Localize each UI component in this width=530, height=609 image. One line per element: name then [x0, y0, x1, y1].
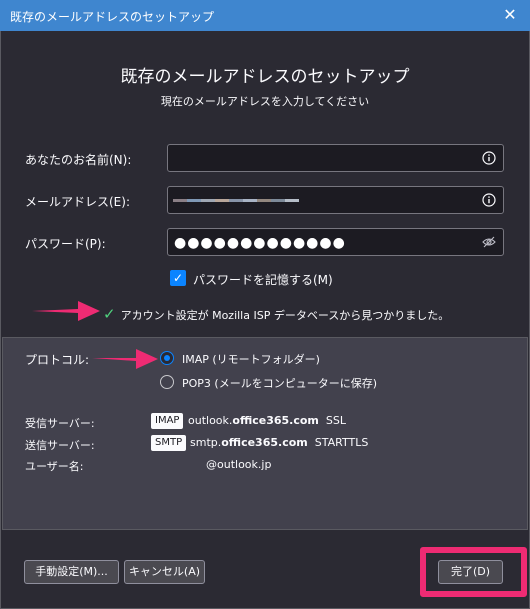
status-text: アカウント設定が Mozilla ISP データベースから見つかりました。: [120, 309, 450, 322]
cancel-button[interactable]: キャンセル(A): [124, 560, 205, 584]
page-title: 既存のメールアドレスのセットアップ: [120, 67, 410, 87]
radio-pop3[interactable]: [160, 375, 174, 389]
title-bar: 既存のメールアドレスのセットアップ ✕: [0, 0, 530, 31]
radio-pop3-label: POP3 (メールをコンピューターに保存): [182, 377, 378, 390]
remember-password-checkbox[interactable]: ✓: [170, 270, 186, 286]
info-icon: [482, 151, 496, 165]
radio-imap[interactable]: [160, 351, 174, 365]
password-field[interactable]: ●●●●●●●●●●●●●: [167, 228, 504, 256]
remember-password-label: パスワードを記憶する(M): [193, 273, 333, 287]
email-field[interactable]: [167, 186, 504, 214]
outgoing-server-label: 送信サーバー:: [25, 439, 95, 452]
manual-setup-button[interactable]: 手動設定(M)...: [24, 560, 119, 584]
redacted-email: [173, 199, 299, 202]
annotation-arrow-icon: [92, 349, 158, 369]
password-value: ●●●●●●●●●●●●●: [174, 235, 346, 251]
page-subtitle: 現在のメールアドレスを入力してください: [160, 95, 370, 108]
name-field[interactable]: [167, 144, 504, 172]
close-icon[interactable]: ✕: [500, 4, 520, 26]
incoming-server-label: 受信サーバー:: [25, 417, 95, 430]
window-title: 既存のメールアドレスのセットアップ: [10, 10, 215, 24]
protocol-label: プロトコル:: [25, 353, 90, 367]
info-icon: [482, 193, 496, 207]
email-label: メールアドレス(E):: [25, 195, 130, 209]
outgoing-server-value: smtp.office365.com STARTTLS: [190, 436, 369, 449]
check-icon: ✓: [103, 305, 116, 323]
password-label: パスワード(P):: [25, 237, 106, 251]
incoming-protocol-badge: IMAP: [151, 413, 184, 429]
username-value: @outlook.jp: [206, 458, 272, 471]
done-button[interactable]: 完了(D): [438, 560, 503, 584]
radio-imap-label: IMAP (リモートフォルダー): [182, 353, 320, 366]
eye-slash-icon[interactable]: [482, 235, 496, 249]
incoming-server-value: outlook.office365.com SSL: [188, 414, 346, 427]
status-message: ✓ アカウント設定が Mozilla ISP データベースから見つかりました。: [103, 305, 449, 323]
annotation-arrow-icon: [32, 301, 100, 321]
username-label: ユーザー名:: [25, 460, 84, 473]
name-label: あなたのお名前(N):: [25, 153, 132, 167]
outgoing-protocol-badge: SMTP: [151, 435, 187, 451]
